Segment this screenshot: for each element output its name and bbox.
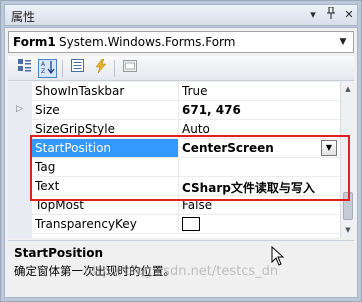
property-value[interactable] [182, 160, 337, 176]
property-name: Size [35, 103, 60, 117]
toolbar-separator [114, 60, 115, 77]
column-divider [178, 101, 179, 120]
scroll-down-icon[interactable]: ▼ [342, 224, 354, 237]
property-row-size[interactable]: ▷ Size 671, 476 [16, 101, 340, 120]
scroll-up-icon[interactable]: ▲ [342, 83, 354, 96]
close-icon[interactable]: ✕ [341, 7, 357, 23]
scrollbar-thumb[interactable] [343, 192, 353, 220]
property-row-tag[interactable]: Tag [32, 158, 340, 177]
lightning-icon[interactable] [91, 58, 110, 78]
property-name: ShowInTaskbar [35, 84, 125, 98]
property-value[interactable]: 671, 476 [182, 103, 337, 119]
expand-arrow-icon[interactable]: ▷ [16, 104, 23, 114]
column-divider [178, 196, 179, 215]
window-titlebar[interactable]: 属性 ▾ ✕ [4, 4, 358, 26]
property-row-topmost[interactable]: TopMost False [32, 196, 340, 215]
property-name: TransparencyKey [35, 217, 137, 231]
property-value[interactable]: False [182, 198, 337, 214]
object-selector[interactable]: Form1 System.Windows.Forms.Form ▼ [8, 31, 354, 53]
column-divider [178, 215, 179, 234]
categorized-icon[interactable] [15, 59, 34, 78]
selected-object-type: System.Windows.Forms.Form [59, 35, 236, 49]
property-name: SizeGripStyle [35, 122, 115, 136]
chevron-down-icon[interactable]: ▼ [334, 33, 352, 51]
property-row-showintaskbar[interactable]: ShowInTaskbar True [32, 82, 340, 101]
property-name: Tag [35, 160, 56, 174]
column-divider [178, 139, 179, 158]
column-divider [178, 120, 179, 139]
svg-text:Z: Z [41, 68, 45, 74]
pin-icon[interactable] [323, 6, 339, 23]
property-value[interactable]: CenterScreen [182, 141, 337, 157]
properties-panel: Form1 System.Windows.Forms.Form ▼ AZ Sho… [4, 27, 358, 298]
description-text: 确定窗体第一次出现时的位置。 [14, 264, 175, 278]
column-divider [178, 82, 179, 101]
vertical-scrollbar[interactable]: ▲ ▼ [340, 82, 354, 238]
dropdown-arrow-icon[interactable]: ▼ [321, 140, 337, 156]
toolbar-separator [62, 60, 63, 77]
property-grid: ShowInTaskbar True ▷ Size 671, 476 SizeG… [8, 82, 354, 238]
property-row-transparencykey[interactable]: TransparencyKey [32, 215, 340, 234]
property-row-text[interactable]: Text CSharp文件读取与写入 [32, 177, 340, 196]
color-swatch[interactable] [182, 217, 200, 231]
property-row-sizegripstyle[interactable]: SizeGripStyle Auto [32, 120, 340, 139]
property-name: Text [35, 179, 60, 193]
column-divider [178, 177, 179, 196]
window-menu-dropdown-icon[interactable]: ▾ [305, 7, 321, 23]
mouse-cursor-icon [271, 246, 285, 266]
property-pages-icon[interactable] [120, 59, 139, 78]
description-pane: StartPosition 确定窗体第一次出现时的位置。 [8, 240, 354, 296]
description-title: StartPosition [14, 246, 104, 260]
property-value[interactable]: CSharp文件读取与写入 [182, 179, 337, 195]
column-divider [178, 158, 179, 177]
property-value[interactable]: True [182, 84, 337, 100]
property-value[interactable]: Auto [182, 122, 337, 138]
properties-toolbar: AZ [8, 56, 354, 81]
svg-text:A: A [41, 61, 46, 68]
alphabetical-sort-icon[interactable]: AZ [38, 59, 57, 78]
properties-icon[interactable] [68, 59, 87, 78]
property-name: TopMost [35, 198, 84, 212]
selected-object-name: Form1 [13, 35, 56, 49]
window-title: 属性 [11, 10, 36, 24]
property-row-startposition[interactable]: StartPosition CenterScreen ▼ [32, 139, 340, 158]
property-name: StartPosition [32, 139, 178, 157]
